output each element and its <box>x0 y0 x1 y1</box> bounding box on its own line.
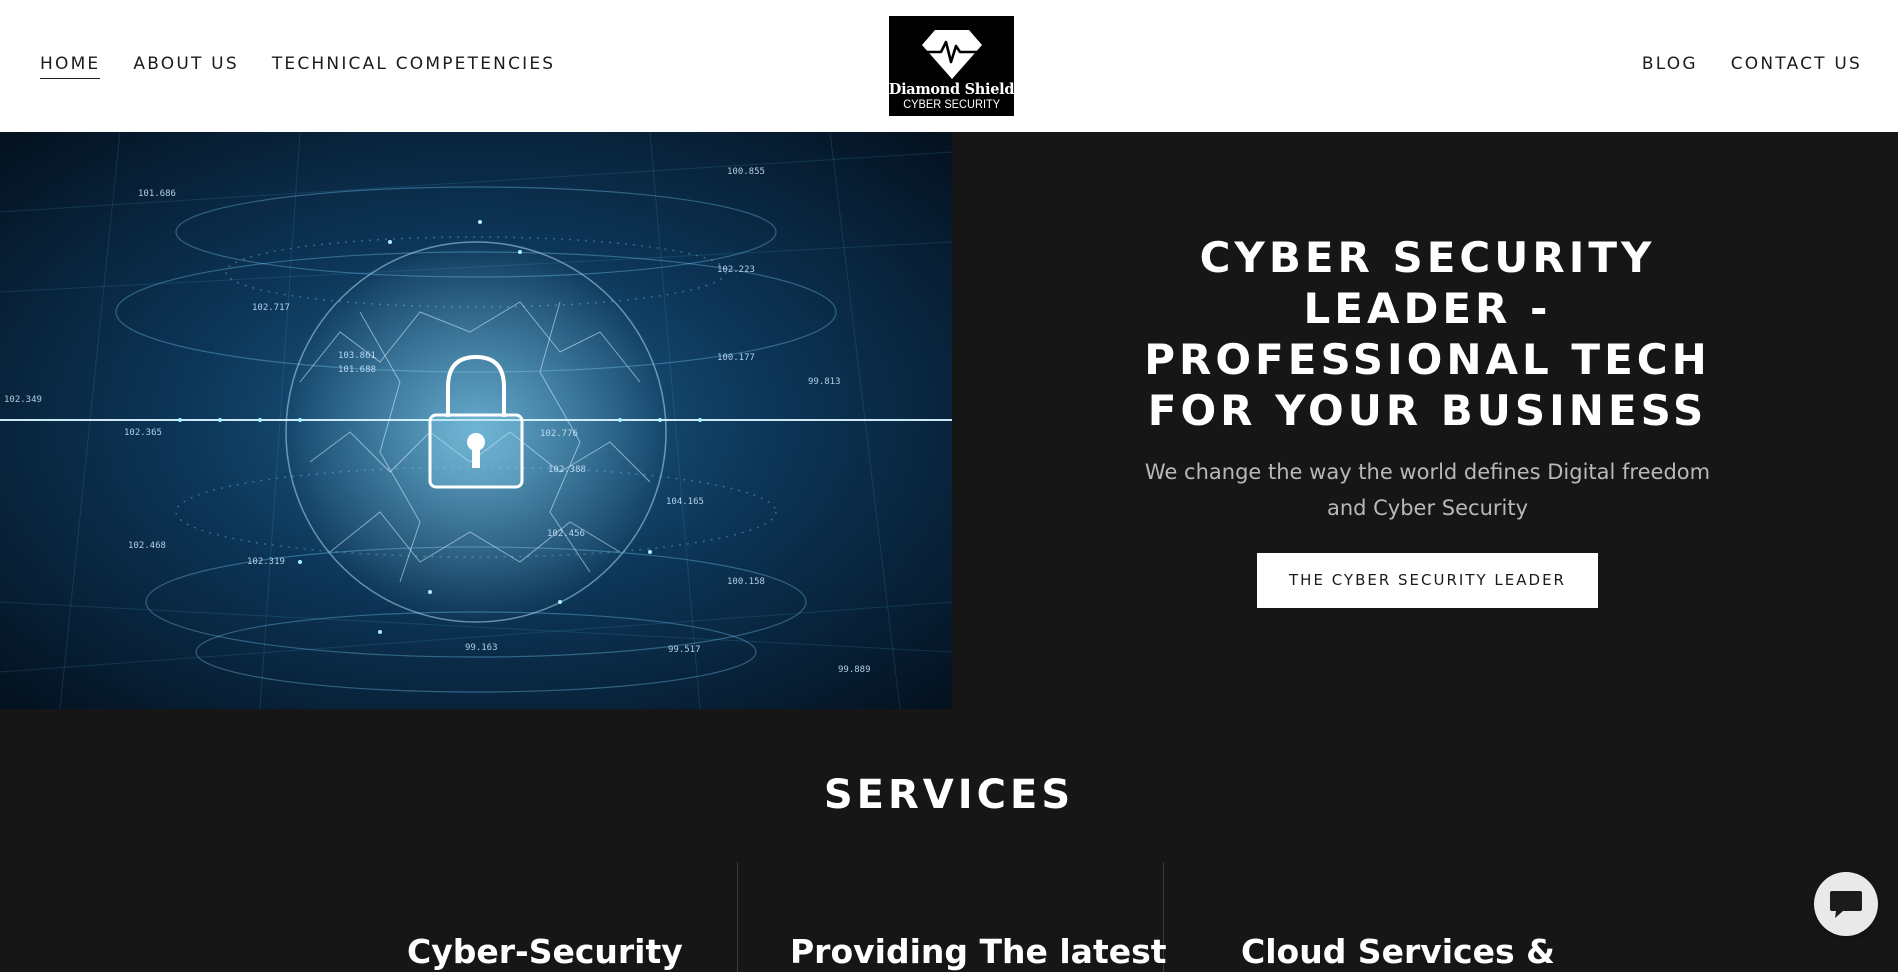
logo-name: Diamond Shield <box>888 81 1015 98</box>
hud-number: 100.158 <box>727 577 765 587</box>
hud-number: 102.365 <box>124 428 162 438</box>
hud-number: 101.688 <box>338 365 376 375</box>
chat-button[interactable] <box>1814 872 1878 936</box>
nav-technical-competencies[interactable]: TECHNICAL COMPETENCIES <box>272 52 555 79</box>
hud-number: 99.813 <box>808 377 841 387</box>
hud-number: 101.686 <box>138 189 176 199</box>
cta-button[interactable]: THE CYBER SECURITY LEADER <box>1257 553 1598 608</box>
hud-number: 99.517 <box>668 645 701 655</box>
nav-blog[interactable]: BLOG <box>1642 52 1698 76</box>
diamond-heartbeat-icon <box>921 30 982 79</box>
hero-title: CYBER SECURITY LEADER - PROFESSIONAL TEC… <box>1144 233 1711 435</box>
hero-content: CYBER SECURITY LEADER - PROFESSIONAL TEC… <box>1100 232 1755 608</box>
hud-number: 102.456 <box>547 529 585 539</box>
site-logo[interactable]: Diamond Shield CYBER SECURITY <box>888 16 1015 116</box>
logo-subtitle: CYBER SECURITY <box>903 97 1000 111</box>
chat-bubble-icon <box>1830 891 1862 918</box>
service-heading-3: Cloud Services & <box>1241 932 1555 971</box>
hud-number: 102.349 <box>4 395 42 405</box>
hud-number: 102.223 <box>717 265 755 275</box>
padlock-globe-icon: 101.686 100.855 102.223 102.717 102.349 … <box>0 132 952 709</box>
hud-number: 102.776 <box>540 429 578 439</box>
hud-number: 102.717 <box>252 303 290 313</box>
nav-about-us[interactable]: ABOUT US <box>133 52 238 79</box>
service-heading-2: Providing The latest <box>790 932 1167 971</box>
site-header: HOME ABOUT US TECHNICAL COMPETENCIES Dia… <box>0 0 1898 132</box>
nav-contact-us[interactable]: CONTACT US <box>1731 52 1862 76</box>
primary-nav-left: HOME ABOUT US TECHNICAL COMPETENCIES <box>40 52 555 79</box>
hud-number: 104.165 <box>666 497 704 507</box>
hud-number: 102.319 <box>247 557 285 567</box>
services-divider <box>737 862 738 972</box>
hud-number: 100.177 <box>717 353 755 363</box>
hud-number: 103.861 <box>338 351 376 361</box>
hud-number: 102.468 <box>128 541 166 551</box>
hud-number: 99.163 <box>465 643 498 653</box>
hud-number: 102.388 <box>548 465 586 475</box>
hud-number: 100.855 <box>727 167 765 177</box>
nav-home[interactable]: HOME <box>40 52 101 79</box>
services-title: SERVICES <box>823 772 1075 818</box>
hud-number: 99.889 <box>838 665 871 675</box>
primary-nav-right: BLOG CONTACT US <box>1642 52 1862 76</box>
hero-image: 101.686 100.855 102.223 102.717 102.349 … <box>0 132 952 709</box>
service-heading-1: Cyber-Security <box>407 932 683 971</box>
hero-subtitle: We change the way the world defines Digi… <box>1144 460 1711 520</box>
